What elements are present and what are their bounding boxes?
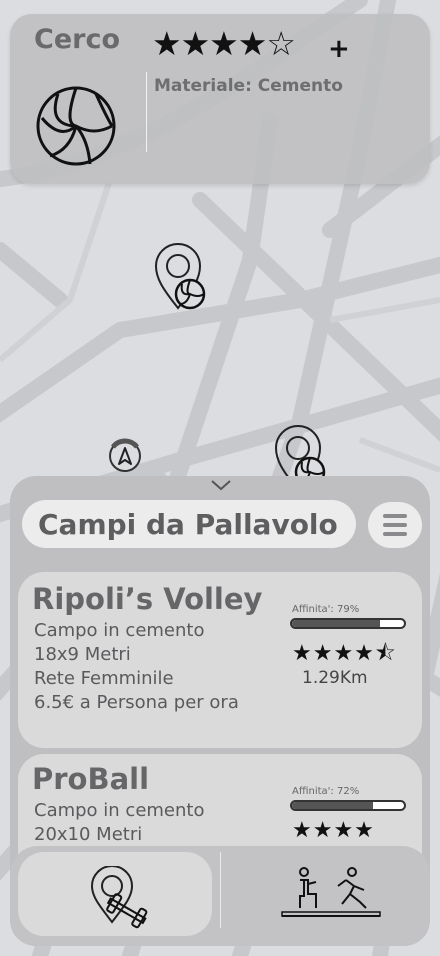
rating-stars[interactable]: ★★★★☆: [152, 24, 296, 64]
nav-tab-courts[interactable]: [18, 852, 212, 936]
athletes-icon[interactable]: [280, 866, 384, 922]
affinity-label: Affinita': 72%: [292, 786, 360, 797]
court-name: ProBall: [32, 762, 150, 796]
pin-dumbbell-icon: [90, 866, 148, 929]
results-panel[interactable]: Campi da Pallavolo Ripoli’s Volley Campo…: [10, 476, 430, 946]
search-title: Campi da Pallavolo: [38, 508, 338, 541]
rating-plus-button[interactable]: +: [328, 34, 350, 64]
court-card-ripoli[interactable]: Ripoli’s Volley Campo in cemento 18x9 Me…: [18, 572, 422, 748]
court-detail: 18x9 Metri: [34, 644, 131, 665]
filter-title: Cerco: [34, 24, 120, 55]
hamburger-icon: [383, 514, 407, 518]
court-detail: 20x10 Metri: [34, 824, 143, 845]
nav-divider: [220, 852, 221, 928]
affinity-bar: [290, 800, 406, 811]
bottom-nav: [10, 846, 430, 946]
material-label: Materiale: Cemento: [154, 76, 343, 96]
affinity-fill: [292, 802, 373, 809]
court-distance: 1.29Km: [302, 668, 368, 688]
search-field[interactable]: Campi da Pallavolo: [22, 500, 356, 548]
affinity-fill: [292, 620, 381, 627]
court-detail: Campo in cemento: [34, 800, 205, 821]
court-detail: Campo in cemento: [34, 620, 205, 641]
court-stars: ★★★★: [292, 818, 375, 843]
compass-arrow-icon[interactable]: [106, 434, 146, 474]
affinity-bar: [290, 618, 406, 629]
chevron-down-icon[interactable]: [210, 478, 232, 492]
court-detail: 6.5€ a Persona per ora: [34, 692, 239, 713]
filter-divider: [146, 72, 147, 152]
affinity-label: Affinita': 79%: [292, 604, 360, 615]
volleyball-pin-icon[interactable]: [152, 242, 212, 314]
menu-button[interactable]: [368, 502, 422, 548]
volleyball-icon: [36, 86, 116, 166]
court-detail: Rete Femminile: [34, 668, 174, 689]
court-name: Ripoli’s Volley: [32, 582, 263, 616]
filter-card[interactable]: Cerco ★★★★☆ + Materiale: Cemento: [10, 14, 430, 184]
